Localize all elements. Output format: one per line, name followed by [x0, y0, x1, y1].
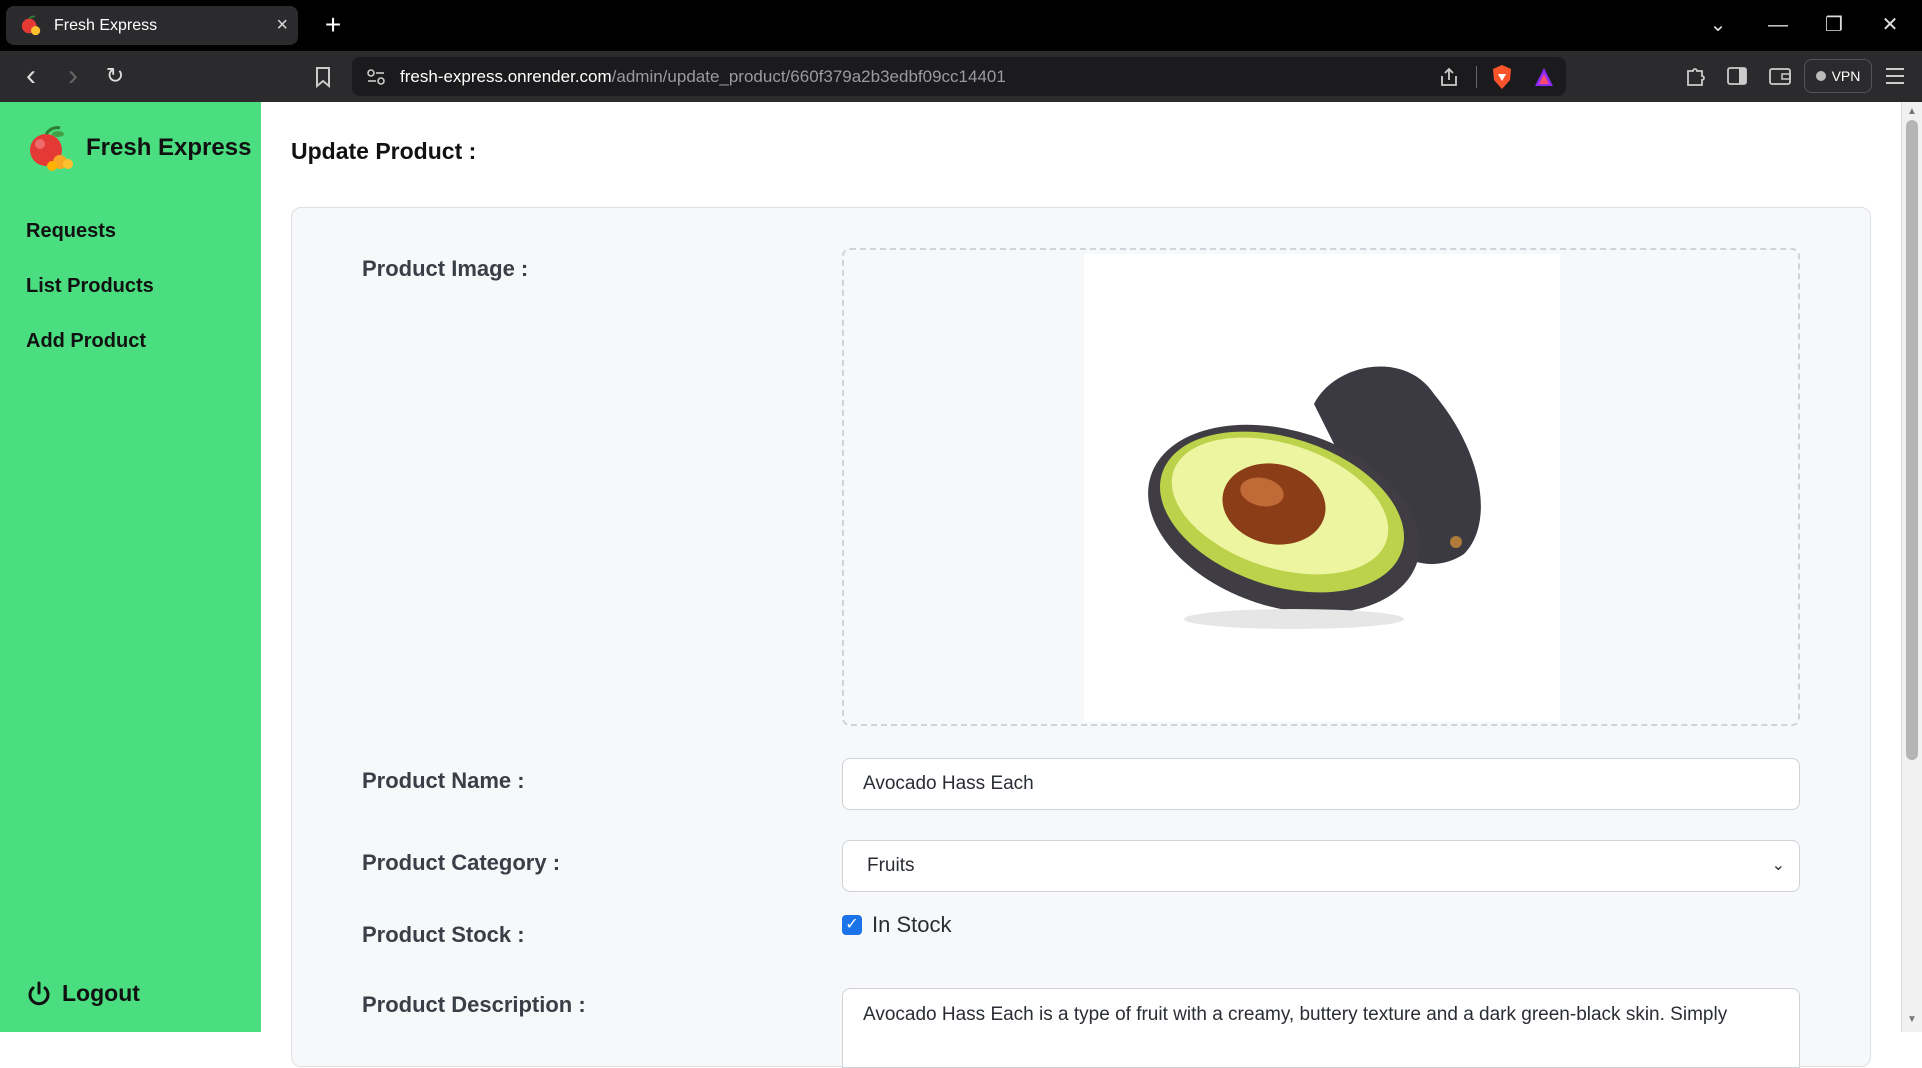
extensions-icon[interactable]	[1684, 64, 1708, 88]
scroll-down-icon[interactable]: ▼	[1902, 1014, 1922, 1025]
update-product-form: Product Image : Product Name: Avocado H…	[291, 207, 1871, 1068]
brave-rewards-icon[interactable]	[1532, 65, 1556, 89]
tab-search-dropdown-icon[interactable]: ⌄	[1700, 8, 1736, 42]
brand-name: Fresh Express	[86, 134, 252, 161]
product-description-label: Product Description :	[362, 992, 586, 1017]
browser-tab[interactable]: Fresh Express ×	[6, 6, 298, 45]
new-tab-button[interactable]: +	[316, 8, 350, 42]
tab-title: Fresh Express	[54, 16, 158, 34]
product-name-label: Product Name :	[362, 768, 525, 793]
power-icon	[28, 981, 50, 1005]
fresh-express-logo-icon	[30, 126, 73, 171]
brave-shields-icon[interactable]	[1490, 64, 1514, 90]
close-window-icon[interactable]: ✕	[1872, 8, 1908, 42]
menu-icon[interactable]	[1884, 66, 1906, 86]
address-bar[interactable]: fresh-express.onrender.com/admin/update_…	[352, 57, 1566, 96]
url-path: /admin/update_product/660f379a2b3edbf09c…	[611, 67, 1006, 86]
vpn-button[interactable]: VPN	[1804, 59, 1872, 93]
fresh-express-favicon-icon	[21, 15, 41, 35]
brand[interactable]: Fresh Express	[24, 122, 251, 174]
in-stock-checkbox-group[interactable]: ✓ In Stock	[842, 912, 951, 938]
product-image-preview	[1084, 254, 1560, 722]
sidebar-item-requests[interactable]: Requests	[26, 220, 116, 243]
scroll-up-icon[interactable]: ▲	[1902, 106, 1922, 117]
wallet-icon[interactable]	[1768, 65, 1792, 87]
sidebar-item-add-product[interactable]: Add Product	[26, 330, 146, 353]
page: Fresh Express Requests List Products Add…	[0, 102, 1922, 1068]
avocado-image	[1148, 366, 1481, 629]
site-settings-icon[interactable]	[366, 68, 386, 86]
minimize-icon[interactable]: —	[1760, 8, 1796, 42]
product-image-dropzone[interactable]	[842, 248, 1800, 726]
url-divider	[1476, 66, 1477, 88]
chevron-down-icon: ⌄	[1771, 857, 1785, 874]
page-scrollbar[interactable]: ▲ ▼	[1901, 102, 1922, 1032]
browser-toolbar: ‹ › ↻ fresh-express.onrender.com/admin/u…	[0, 51, 1922, 102]
product-image-label: Product Image :	[362, 256, 529, 281]
sidebar-item-list-products[interactable]: List Products	[26, 275, 154, 298]
admin-sidebar: Fresh Express Requests List Products Add…	[0, 102, 261, 1032]
in-stock-label: In Stock	[872, 912, 952, 937]
forward-icon[interactable]: ›	[56, 59, 90, 93]
bookmark-icon[interactable]	[312, 65, 334, 89]
product-stock-label: Product Stock :	[362, 922, 525, 947]
back-icon[interactable]: ‹	[14, 59, 48, 93]
logout-button[interactable]: Logout	[26, 980, 140, 1007]
logout-label: Logout	[62, 980, 140, 1006]
url-text[interactable]: fresh-express.onrender.com/admin/update_…	[400, 57, 1006, 96]
restore-icon[interactable]: ❐	[1816, 8, 1852, 42]
product-category-select[interactable]: Fruits ⌄	[842, 840, 1800, 892]
page-title: Update Product :	[291, 138, 477, 164]
tab-close-icon[interactable]: ×	[276, 14, 288, 37]
share-icon[interactable]	[1438, 66, 1460, 88]
scrollbar-thumb[interactable]	[1906, 120, 1918, 760]
main-content: Update Product : Product Image : Product…	[261, 102, 1901, 1068]
product-name-input[interactable]: Avocado Hass Each	[842, 758, 1800, 810]
url-host: fresh-express.onrender.com	[400, 67, 612, 86]
in-stock-checkbox[interactable]: ✓	[842, 915, 862, 935]
reload-icon[interactable]: ↻	[98, 59, 132, 93]
vpn-label: VPN	[1831, 68, 1861, 84]
product-category-value: Fruits	[867, 855, 915, 876]
product-category-label: Product Category :	[362, 850, 561, 875]
browser-tab-bar: Fresh Express × + ⌄ — ❐ ✕	[0, 0, 1922, 51]
sidebar-toggle-icon[interactable]	[1726, 65, 1748, 87]
vpn-status-icon	[1815, 71, 1826, 81]
product-description-textarea[interactable]: Avocado Hass Each is a type of fruit wit…	[842, 988, 1800, 1068]
